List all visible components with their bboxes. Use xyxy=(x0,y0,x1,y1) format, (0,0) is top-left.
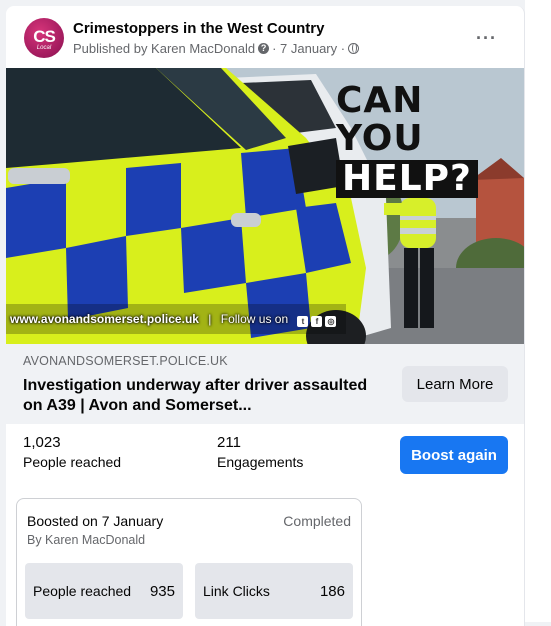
stat-engagements: 211 Engagements xyxy=(217,434,303,470)
boost-again-button[interactable]: Boost again xyxy=(400,436,508,474)
image-headline-line1: CAN YOU xyxy=(336,80,424,159)
learn-more-button[interactable]: Learn More xyxy=(402,366,508,402)
post-card: CS Local Crimestoppers in the West Count… xyxy=(6,6,525,626)
image-footer: www.avonandsomerset.police.uk | Follow u… xyxy=(10,312,339,327)
boosted-by-text: By Karen MacDonald xyxy=(27,533,146,547)
metric-value: 186 xyxy=(319,582,345,600)
metric-people-reached: People reached 935 xyxy=(25,563,183,619)
status-badge: Completed xyxy=(283,513,351,529)
avatar-subtext: Local xyxy=(36,44,52,51)
metric-label: Link Clicks xyxy=(203,583,270,599)
right-panel-background xyxy=(525,0,551,622)
image-footer-separator: | xyxy=(208,312,212,326)
metric-link-clicks: Link Clicks 186 xyxy=(195,563,353,619)
published-by-text: Published by Karen MacDonald xyxy=(73,41,256,56)
page-avatar[interactable]: CS Local xyxy=(24,18,64,58)
metric-value: 935 xyxy=(149,582,175,600)
link-preview[interactable]: AVONANDSOMERSET.POLICE.UK Investigation … xyxy=(6,344,524,424)
twitter-icon: t xyxy=(297,316,309,327)
instagram-icon: ◎ xyxy=(325,316,337,327)
globe-icon xyxy=(348,43,360,54)
link-domain: AVONANDSOMERSET.POLICE.UK xyxy=(23,354,228,368)
image-footer-url: www.avonandsomerset.police.uk xyxy=(10,312,199,326)
people-reached-value: 1,023 xyxy=(23,434,61,451)
more-options-icon[interactable]: ··· xyxy=(476,28,497,49)
boosted-on-text: Boosted on 7 January xyxy=(27,513,164,529)
image-headline: CAN YOU HELP? xyxy=(336,82,524,198)
link-title[interactable]: Investigation underway after driver assa… xyxy=(23,376,383,416)
image-headline-line2: HELP? xyxy=(336,160,478,198)
avatar-text: CS xyxy=(33,26,56,46)
boost-summary: Boosted on 7 January Completed By Karen … xyxy=(16,498,362,626)
stat-people-reached: 1,023 People reached xyxy=(23,434,121,470)
post-header: CS Local Crimestoppers in the West Count… xyxy=(6,6,524,68)
post-meta: Published by Karen MacDonald ? · 7 Janua… xyxy=(73,41,360,56)
image-footer-follow: Follow us on xyxy=(220,312,289,326)
post-date[interactable]: · 7 January · xyxy=(272,41,345,56)
engagements-label: Engagements xyxy=(217,454,304,470)
people-reached-label: People reached xyxy=(23,454,122,470)
social-icons: t f ◎ xyxy=(297,312,339,327)
metric-label: People reached xyxy=(33,583,132,599)
help-icon[interactable]: ? xyxy=(258,43,270,54)
page-name-link[interactable]: Crimestoppers in the West Country xyxy=(73,20,324,37)
engagements-value: 211 xyxy=(217,434,241,451)
facebook-icon: f xyxy=(311,316,323,327)
post-image[interactable]: CAN YOU HELP? www.avonandsomerset.police… xyxy=(6,68,524,344)
